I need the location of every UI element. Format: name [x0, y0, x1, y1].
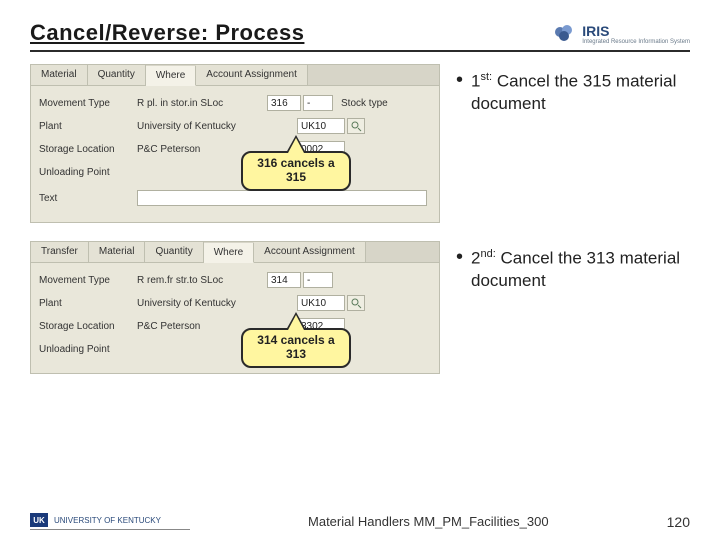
movement-sub-field-2[interactable]: -	[303, 272, 333, 288]
iris-logo: IRIS Integrated Resource Information Sys…	[550, 22, 690, 46]
bullet1-sup: st:	[480, 71, 492, 83]
iris-logo-text: IRIS	[582, 23, 690, 39]
bullet-2: • 2nd: Cancel the 313 material document	[456, 247, 690, 292]
callout-316-text: 316 cancels a 315	[257, 156, 334, 184]
page-number: 120	[667, 514, 690, 530]
unloading-label: Unloading Point	[39, 167, 137, 178]
search-icon	[350, 120, 362, 132]
tab-where-2[interactable]: Where	[204, 243, 254, 263]
tab-account[interactable]: Account Assignment	[196, 65, 308, 85]
tab-material[interactable]: Material	[31, 65, 88, 85]
stock-type-label: Stock type	[341, 98, 388, 109]
bullet-dot: •	[456, 247, 463, 292]
text-field[interactable]	[137, 190, 427, 206]
movement-sub-field[interactable]: -	[303, 95, 333, 111]
iris-icon	[550, 22, 578, 46]
callout-316: 316 cancels a 315	[241, 151, 351, 191]
tab-transfer[interactable]: Transfer	[31, 242, 89, 262]
movement-type-value-2: R rem.fr str.to SLoc	[137, 275, 267, 286]
text-label: Text	[39, 193, 137, 204]
plant-value: University of Kentucky	[137, 121, 297, 132]
slide-header: Cancel/Reverse: Process IRIS Integrated …	[30, 20, 690, 52]
bullet2-sup: nd:	[480, 248, 495, 260]
movement-code-field[interactable]: 316	[267, 95, 301, 111]
sap-panel-2: Transfer Material Quantity Where Account…	[30, 241, 440, 374]
unloading-label-2: Unloading Point	[39, 344, 137, 355]
movement-type-label-2: Movement Type	[39, 275, 137, 286]
movement-code-field-2[interactable]: 314	[267, 272, 301, 288]
plant-code-field-2[interactable]: UK10	[297, 295, 345, 311]
storage-label: Storage Location	[39, 144, 137, 155]
movement-type-label: Movement Type	[39, 98, 137, 109]
tab-where[interactable]: Where	[146, 66, 196, 86]
plant-value-2: University of Kentucky	[137, 298, 297, 309]
storage-label-2: Storage Location	[39, 321, 137, 332]
footer-title: Material Handlers MM_PM_Facilities_300	[190, 514, 667, 529]
uk-badge: UK	[30, 513, 48, 527]
bullet-1: • 1st: Cancel the 315 material document	[456, 70, 690, 115]
slide-footer: UK UNIVERSITY OF KENTUCKY Material Handl…	[0, 513, 720, 530]
slide-title: Cancel/Reverse: Process	[30, 20, 304, 46]
tab-quantity[interactable]: Quantity	[88, 65, 146, 85]
search-icon	[350, 297, 362, 309]
uk-text: UNIVERSITY OF KENTUCKY	[54, 516, 161, 525]
callout-314: 314 cancels a 313	[241, 328, 351, 368]
movement-type-value: R pl. in stor.in SLoc	[137, 98, 267, 109]
bullet-dot: •	[456, 70, 463, 115]
tab-account-2[interactable]: Account Assignment	[254, 242, 366, 262]
iris-logo-sub: Integrated Resource Information System	[582, 39, 690, 45]
uk-logo: UK UNIVERSITY OF KENTUCKY	[30, 513, 190, 530]
plant-label: Plant	[39, 121, 137, 132]
bullet2-text: Cancel the 313 material document	[471, 249, 680, 290]
panel1-tabs: Material Quantity Where Account Assignme…	[31, 65, 439, 86]
bullet1-text: Cancel the 315 material document	[471, 72, 676, 113]
plant-search-button-2[interactable]	[347, 295, 365, 311]
tab-material-2[interactable]: Material	[89, 242, 146, 262]
tab-quantity-2[interactable]: Quantity	[145, 242, 203, 262]
callout-314-text: 314 cancels a 313	[257, 333, 334, 361]
sap-panel-1: Material Quantity Where Account Assignme…	[30, 64, 440, 223]
plant-label-2: Plant	[39, 298, 137, 309]
plant-code-field[interactable]: UK10	[297, 118, 345, 134]
plant-search-button[interactable]	[347, 118, 365, 134]
panel2-tabs: Transfer Material Quantity Where Account…	[31, 242, 439, 263]
